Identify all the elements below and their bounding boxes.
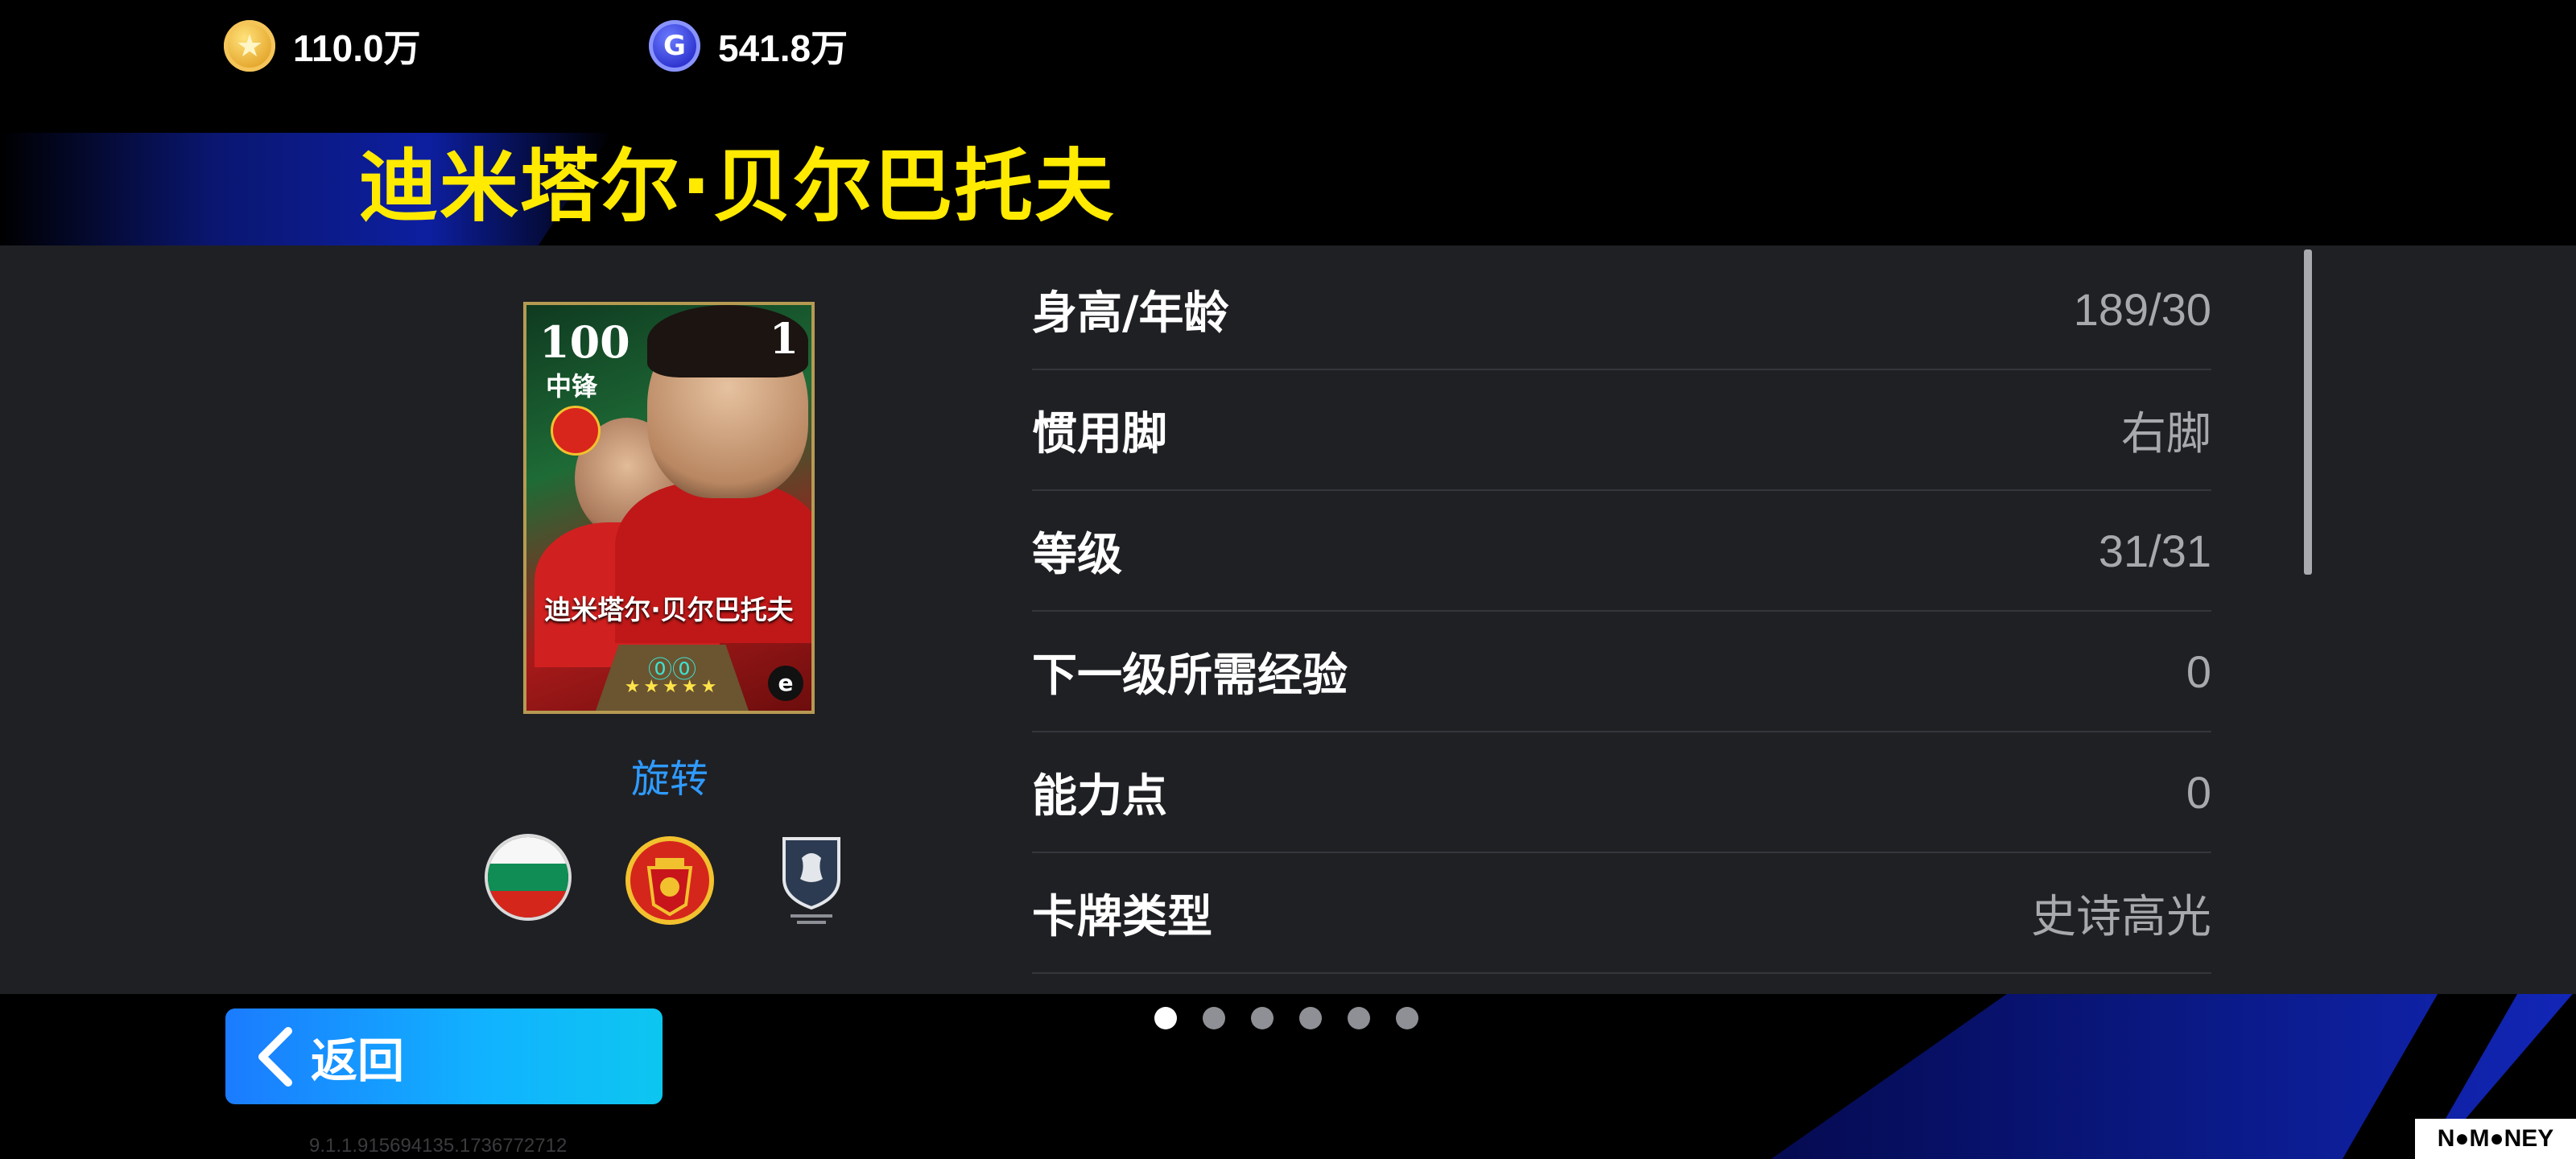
stat-row-level: 等级 31/31 bbox=[1032, 491, 2211, 612]
stat-value: 0 bbox=[2186, 766, 2211, 818]
card-player-name: 迪米塔尔·贝尔巴托夫 bbox=[544, 594, 794, 625]
page-dot-5[interactable] bbox=[1348, 1007, 1370, 1029]
stat-label: 身高/年龄 bbox=[1032, 287, 1229, 340]
rotate-card-link[interactable]: 旋转 bbox=[589, 747, 750, 803]
page-dot-2[interactable] bbox=[1203, 1007, 1225, 1029]
card-club-crest-icon bbox=[551, 406, 601, 456]
stat-label: 卡牌类型 bbox=[1032, 890, 1212, 943]
gp-amount: 541.8万 bbox=[718, 27, 848, 69]
page-indicator[interactable] bbox=[1154, 1007, 1418, 1029]
stat-row-card-type: 卡牌类型 史诗高光 bbox=[1032, 853, 2211, 974]
stat-label: 惯用脚 bbox=[1032, 407, 1167, 460]
chevron-left-icon bbox=[258, 1026, 292, 1087]
star-coin-icon: ★ bbox=[224, 20, 275, 72]
g-coin-icon: G bbox=[649, 20, 700, 72]
card-rating: 100 bbox=[539, 316, 630, 368]
version-text: 9.1.1.915694135.1736772712 bbox=[309, 1135, 568, 1157]
card-level-badge: 1 bbox=[769, 315, 799, 364]
stat-value: 0 bbox=[2186, 645, 2211, 697]
stat-value: 史诗高光 bbox=[2031, 890, 2211, 942]
stat-row-progression-points: 能力点 0 bbox=[1032, 732, 2211, 853]
stat-value: 31/31 bbox=[2098, 525, 2211, 576]
bulgaria-flag-icon[interactable] bbox=[485, 834, 572, 921]
english-league-logo-icon[interactable] bbox=[779, 834, 844, 927]
stats-scrollbar[interactable] bbox=[2304, 250, 2312, 575]
efootball-logo-icon: e bbox=[768, 666, 803, 701]
coin-balance: ★ 110.0万 bbox=[224, 19, 421, 72]
stat-value: 右脚 bbox=[2121, 407, 2211, 459]
card-position: 中锋 bbox=[546, 371, 598, 402]
stat-row-preferred-foot: 惯用脚 右脚 bbox=[1032, 370, 2211, 491]
coin-amount: 110.0万 bbox=[293, 27, 421, 69]
stats-list[interactable]: 身高/年龄 189/30 惯用脚 右脚 等级 31/31 下一级所需经验 0 能… bbox=[1032, 250, 2211, 974]
card-stars: ★★★★★ bbox=[624, 677, 720, 697]
stat-value: 189/30 bbox=[2073, 283, 2211, 335]
stat-row-height-age: 身高/年龄 189/30 bbox=[1032, 250, 2211, 370]
back-button-label: 返回 bbox=[311, 1033, 405, 1088]
page-dot-3[interactable] bbox=[1251, 1007, 1274, 1029]
manchester-united-crest-icon[interactable] bbox=[625, 834, 715, 927]
back-button[interactable]: 返回 bbox=[225, 1008, 663, 1104]
page-dot-4[interactable] bbox=[1299, 1007, 1322, 1029]
stat-label: 等级 bbox=[1032, 528, 1122, 581]
page-dot-1[interactable] bbox=[1154, 1007, 1177, 1029]
stat-label: 下一级所需经验 bbox=[1032, 649, 1348, 702]
stat-row-next-level-exp: 下一级所需经验 0 bbox=[1032, 612, 2211, 732]
player-name-title: 迪米塔尔·贝尔巴托夫 bbox=[359, 141, 1116, 233]
page-dot-6[interactable] bbox=[1396, 1007, 1418, 1029]
stat-label: 能力点 bbox=[1032, 769, 1167, 823]
card-nameplate: ⓪⓪ ★★★★★ bbox=[596, 645, 749, 711]
watermark-logo: N●M●NEY bbox=[2415, 1119, 2576, 1159]
player-card[interactable]: 100 中锋 1 迪米塔尔·贝尔巴托夫 ⓪⓪ ★★★★★ e bbox=[523, 302, 815, 714]
gp-balance: G 541.8万 bbox=[649, 19, 848, 72]
